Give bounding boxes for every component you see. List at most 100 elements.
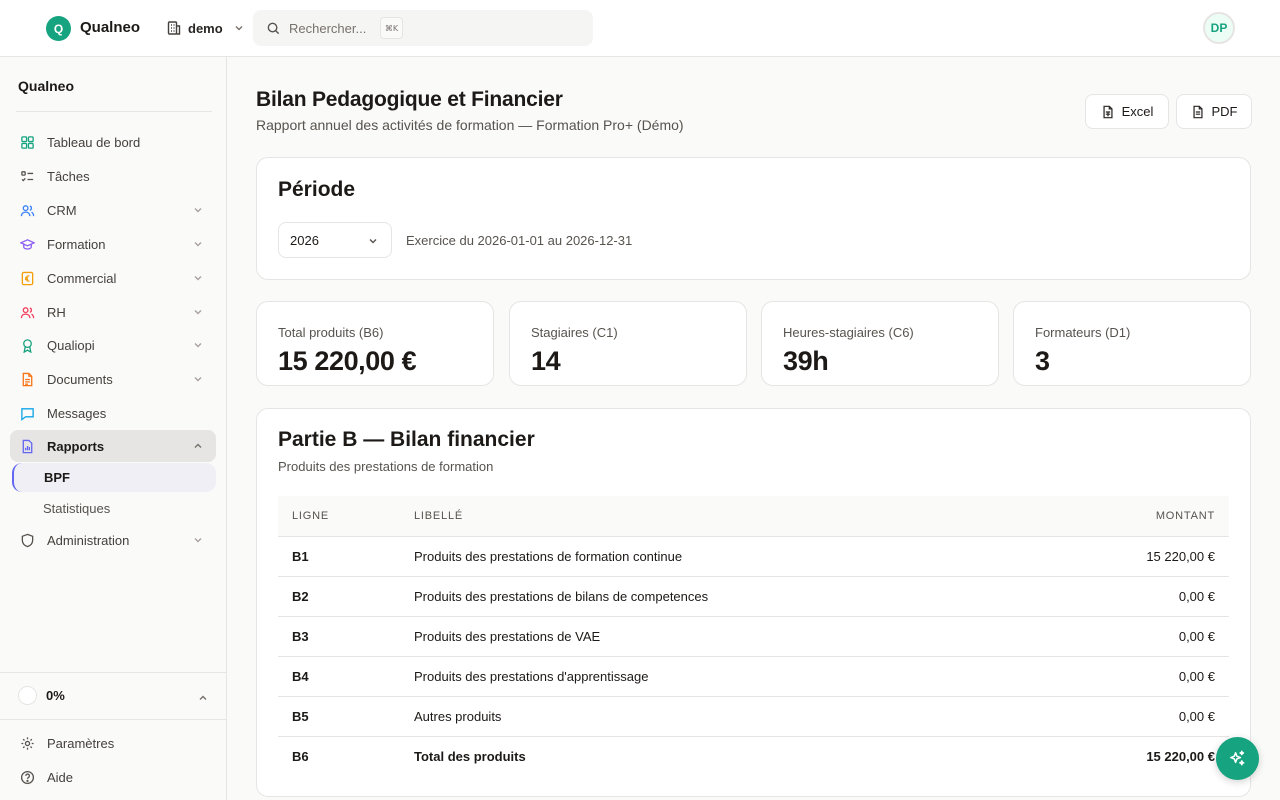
onboarding-progress[interactable]: 0%: [18, 686, 65, 705]
chevron-down-icon: [194, 242, 202, 247]
sidebar-item-formation[interactable]: Formation: [10, 228, 216, 260]
users-icon: [20, 306, 35, 318]
sidebar-item-rapports[interactable]: Rapports: [10, 430, 216, 462]
row-label: Produits des prestations d'apprentissage: [414, 668, 649, 684]
document-icon: [22, 372, 33, 386]
logo-badge[interactable]: Q: [46, 16, 71, 41]
user-avatar[interactable]: DP: [1203, 12, 1235, 44]
row-label: Produits des prestations de VAE: [414, 628, 601, 644]
sidebar-item-label: Paramètres: [47, 735, 115, 751]
row-code: B6: [292, 748, 309, 764]
chevron-up-icon: [194, 443, 202, 448]
chevron-down-icon: [235, 26, 243, 31]
tasks-icon: [21, 170, 34, 181]
sidebar-item-label: Formation: [47, 236, 106, 252]
table-row: B3 Produits des prestations de VAE 0,00 …: [278, 616, 1229, 656]
organization-switcher[interactable]: demo: [166, 16, 245, 40]
sidebar-item-tableau-de-bord[interactable]: Tableau de bord: [10, 126, 216, 158]
sidebar-item-label: Aide: [47, 769, 74, 785]
progress-value: 0%: [46, 688, 65, 703]
help-icon: [20, 770, 35, 784]
row-amount: 0,00 €: [1178, 588, 1215, 604]
sidebar-item-qualiopi[interactable]: Qualiopi: [10, 329, 216, 361]
sidebar-item-parametres[interactable]: Paramètres: [10, 727, 216, 759]
stat-value: 39h: [783, 346, 829, 376]
sidebar: Qualneo Tableau de bord Tâches CRM Forma…: [0, 57, 227, 800]
year-select[interactable]: 2026: [278, 222, 392, 258]
gear-icon: [21, 736, 34, 750]
sidebar-item-documents[interactable]: Documents: [10, 363, 216, 395]
stat-card-total-produits: Total produits (B6) 15 220,00 €: [256, 301, 494, 386]
table-row-total: B6 Total des produits 15 220,00 €: [278, 736, 1229, 776]
dashboard-icon: [21, 135, 34, 149]
users-icon: [20, 204, 35, 216]
sidebar-subitem-statistiques[interactable]: Statistiques: [12, 494, 216, 523]
sidebar-title: Qualneo: [18, 78, 75, 94]
row-amount: 0,00 €: [1178, 708, 1215, 724]
chevron-up-icon[interactable]: [197, 692, 209, 704]
organization-name: demo: [188, 20, 223, 36]
sidebar-item-messages[interactable]: Messages: [10, 397, 216, 429]
sidebar-item-rh[interactable]: RH: [10, 296, 216, 328]
row-code: B2: [292, 588, 309, 604]
column-header-montant: MONTANT: [1155, 509, 1215, 522]
ai-assistant-button[interactable]: [1216, 737, 1259, 780]
chevron-down-icon: [194, 276, 202, 281]
sidebar-item-label: Rapports: [47, 438, 105, 454]
building-icon: [167, 21, 181, 35]
sidebar-item-label: Commercial: [47, 270, 117, 286]
stat-card-formateurs: Formateurs (D1) 3: [1013, 301, 1251, 386]
row-amount: 0,00 €: [1178, 668, 1215, 684]
brand-name[interactable]: Qualneo: [80, 19, 140, 36]
row-amount: 0,00 €: [1178, 628, 1215, 644]
search-placeholder: Rechercher...: [289, 20, 367, 36]
sidebar-item-aide[interactable]: Aide: [10, 761, 216, 793]
sidebar-item-taches[interactable]: Tâches: [10, 160, 216, 192]
sidebar-item-label: RH: [47, 304, 66, 320]
chevron-down-icon: [194, 377, 202, 382]
sidebar-divider: [0, 672, 227, 673]
stat-label: Heures-stagiaires (C6): [783, 325, 914, 340]
sidebar-item-crm[interactable]: CRM: [10, 194, 216, 226]
sidebar-item-label: Messages: [47, 405, 107, 421]
sidebar-item-label: Documents: [47, 371, 113, 387]
row-code: B4: [292, 668, 309, 684]
euro-icon: [21, 271, 34, 285]
export-excel-label: Excel: [1121, 104, 1154, 119]
table-row: B5 Autres produits 0,00 €: [278, 696, 1229, 736]
message-icon: [21, 407, 34, 421]
period-title: Période: [278, 178, 356, 201]
table-row: B1 Produits des prestations de formation…: [278, 536, 1229, 576]
sidebar-subitem-bpf[interactable]: BPF: [12, 463, 216, 492]
sidebar-divider: [16, 111, 212, 112]
search-icon: [267, 22, 280, 34]
export-excel-button[interactable]: Excel: [1085, 94, 1169, 129]
financial-table: LIGNE LIBELLÉ MONTANT B1 Produits des pr…: [278, 496, 1229, 776]
sidebar-item-label: Qualiopi: [47, 337, 95, 353]
row-amount: 15 220,00 €: [1146, 748, 1215, 764]
period-note: Exercice du 2026-01-01 au 2026-12-31: [406, 233, 633, 248]
stat-label: Stagiaires (C1): [531, 325, 618, 340]
partb-title: Partie B — Bilan financier: [278, 428, 535, 451]
stat-card-stagiaires: Stagiaires (C1) 14: [509, 301, 747, 386]
row-amount: 15 220,00 €: [1146, 548, 1215, 564]
row-label: Autres produits: [414, 708, 502, 724]
column-header-libelle: LIBELLÉ: [414, 509, 464, 522]
search-shortcut: ⌘K: [380, 17, 403, 39]
year-select-value: 2026: [290, 232, 319, 248]
export-pdf-button[interactable]: PDF: [1176, 94, 1252, 129]
sidebar-item-label: Administration: [47, 532, 130, 548]
column-header-ligne: LIGNE: [292, 509, 330, 522]
stat-value: 15 220,00 €: [278, 346, 417, 376]
page-subtitle: Rapport annuel des activités de formatio…: [256, 117, 684, 133]
file-text-icon: [1192, 105, 1203, 118]
report-icon: [22, 439, 33, 453]
file-spreadsheet-icon: [1103, 105, 1113, 118]
search-bar[interactable]: Rechercher... ⌘K: [253, 10, 593, 46]
sidebar-item-commercial[interactable]: Commercial: [10, 262, 216, 294]
sidebar-item-administration[interactable]: Administration: [10, 524, 216, 556]
partb-card: Partie B — Bilan financier Produits des …: [256, 408, 1251, 797]
chevron-down-icon: [194, 538, 202, 543]
chevron-down-icon: [194, 310, 202, 315]
sidebar-divider: [0, 719, 227, 720]
